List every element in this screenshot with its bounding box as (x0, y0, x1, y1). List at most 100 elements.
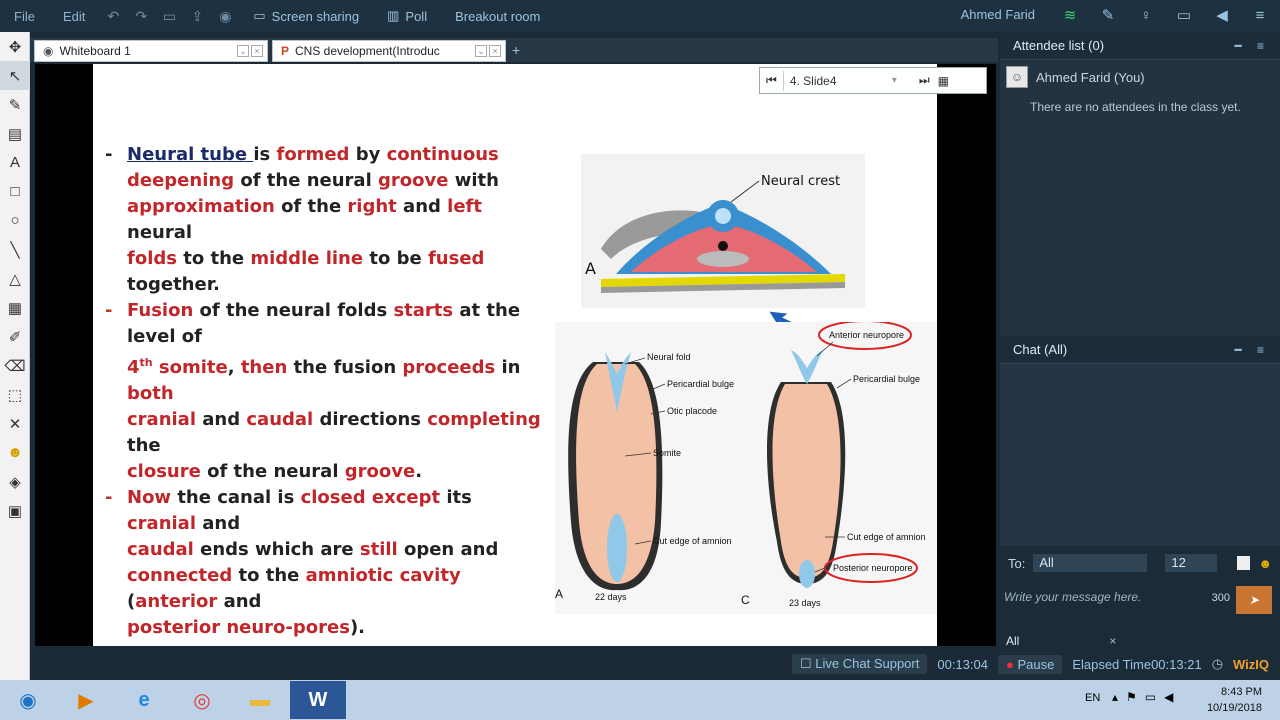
eraser-icon[interactable]: ⌫ (0, 351, 30, 380)
paint-bucket-icon[interactable]: ◈ (0, 467, 30, 496)
clock-date: 10/19/2018 (1206, 702, 1262, 714)
undo-icon[interactable]: ↶ (99, 8, 127, 25)
label-cut-edge-left: Cut edge of amnion (653, 536, 732, 546)
bullet-2: - Fusion of the neural folds starts at t… (105, 300, 541, 482)
table-icon[interactable]: ▦ (0, 293, 30, 322)
panel-menu-icon[interactable]: ━ ≡ (1234, 343, 1270, 357)
word-icon[interactable]: W (290, 681, 346, 719)
chrome-icon[interactable]: ◎ (174, 681, 230, 719)
tab-cns-development[interactable]: P CNS development(Introduc ⌄ × (272, 40, 506, 62)
brand-logo: WizIQ (1233, 656, 1270, 672)
menu-edit[interactable]: Edit (49, 9, 99, 24)
pause-label: Pause (1017, 656, 1055, 672)
font-size-select[interactable]: 12 (1165, 554, 1218, 572)
label-somite: Somite (653, 448, 681, 458)
system-clock[interactable]: 8:43 PM 10/19/2018 (1207, 684, 1262, 716)
label-letter-c: C (741, 593, 750, 607)
wifi-icon[interactable]: ≋ (1058, 4, 1082, 28)
close-icon[interactable]: × (1109, 634, 1116, 648)
breakout-room-button[interactable]: Breakout room (441, 9, 554, 24)
message-input[interactable]: Write your message here. 300 ➤ (1004, 586, 1276, 620)
document-tabs: ◉ Whiteboard 1 ⌄ × P CNS development(Intr… (30, 38, 998, 62)
start-button[interactable]: ◉ (0, 681, 56, 719)
tray-icons[interactable]: ▴⚑▭◀ (1112, 690, 1181, 704)
clear-icon[interactable]: ✕ (0, 409, 30, 438)
chat-tab-all[interactable]: All (1006, 634, 1019, 648)
elapsed-time: Elapsed Time00:13:21 (1072, 657, 1201, 672)
select-arrow-icon[interactable]: ↖ (0, 61, 30, 90)
file-explorer-icon[interactable]: ▬ (232, 681, 288, 719)
close-icon[interactable]: × (489, 45, 501, 57)
triangle-icon[interactable]: △ (0, 264, 30, 293)
live-chat-support-button[interactable]: ☐ Live Chat Support (792, 654, 928, 674)
textbox-icon[interactable]: ▤ (0, 119, 30, 148)
chat-panel: Chat (All) ━ ≡ To: All 12 ☻ Write your m… (1000, 336, 1280, 680)
screen-sharing-button[interactable]: ▭ Screen sharing (239, 8, 373, 24)
label-otic-placode: Otic placode (667, 406, 717, 416)
next-slide-icon[interactable]: ⏭ (919, 73, 930, 88)
circle-icon[interactable]: ○ (0, 206, 30, 235)
eye-icon: ◉ (43, 44, 54, 58)
smiley-icon[interactable]: ☻ (0, 438, 30, 467)
send-icon[interactable]: ➤ (1236, 586, 1272, 614)
microphone-icon[interactable]: ♀ (1134, 4, 1158, 28)
camera-icon[interactable]: ▭ (1172, 4, 1196, 28)
bullet-3: - Now the canal is closed except its cra… (105, 487, 499, 638)
color-picker-icon[interactable]: ▣ (0, 496, 30, 525)
internet-explorer-icon[interactable]: e (116, 681, 172, 719)
session-status-bar: ☐ Live Chat Support 00:13:04 ● Pause Ela… (792, 650, 1280, 678)
attendee-item[interactable]: ☺ Ahmed Farid (You) (1000, 60, 1280, 94)
elapsed-label: Elapsed Time (1072, 656, 1152, 672)
chat-recipient-row: To: All 12 ☻ (1000, 546, 1280, 580)
checkbox[interactable] (1237, 556, 1251, 570)
slide-select[interactable]: 4. Slide4 (782, 70, 908, 91)
text-icon[interactable]: A (0, 148, 30, 177)
chevron-down-icon[interactable]: ⌄ (237, 45, 249, 57)
rectangle-icon[interactable]: □ (0, 177, 30, 206)
alarm-clock-icon[interactable]: ◷ (1212, 656, 1223, 672)
panel-menu-icon[interactable]: ━ ≡ (1234, 39, 1270, 53)
poll-label: Poll (405, 8, 428, 24)
neural-crest-label: Neural crest (761, 174, 840, 189)
bar-chart-icon: ▥ (387, 8, 400, 23)
label-22-days: 22 days (595, 592, 627, 602)
live-chat-label: Live Chat Support (815, 656, 920, 671)
label-pericardial-bulge-right: Pericardial bulge (853, 374, 920, 384)
fill-icon[interactable]: ⬚ (0, 380, 30, 409)
poll-button[interactable]: ▥ Poll (373, 8, 441, 24)
redo-icon[interactable]: ↷ (127, 8, 155, 25)
folder-icon[interactable]: ▭ (155, 8, 183, 25)
line-icon[interactable]: ╲ (0, 235, 30, 264)
label-letter-a: A (555, 587, 563, 601)
emoji-icon[interactable]: ☻ (1258, 556, 1272, 571)
speaker-icon[interactable]: ◀ (1210, 4, 1234, 28)
settings-icon[interactable]: ≡ (1248, 4, 1272, 28)
no-attendees-message: There are no attendees in the class yet. (1030, 100, 1241, 114)
pen-icon[interactable]: ✎ (0, 90, 30, 119)
slide-navigator: ⏮ 4. Slide4 ▾ ⏭ ▦ (759, 67, 987, 94)
tab-whiteboard[interactable]: ◉ Whiteboard 1 ⌄ × (34, 40, 268, 62)
app-toolbar: File Edit ↶ ↷ ▭ ⇪ ◉ ▭ Screen sharing ▥ Pol… (0, 0, 1280, 32)
record-icon[interactable]: ◉ (211, 8, 239, 25)
slide-text: - Neural tube is formed by continuous de… (105, 142, 545, 641)
hand-icon[interactable]: ✥ (0, 32, 30, 61)
first-slide-icon[interactable]: ⏮ (766, 73, 777, 88)
add-tab-icon[interactable]: + (512, 42, 520, 58)
language-indicator[interactable]: EN (1085, 692, 1100, 704)
recipient-select[interactable]: All (1033, 554, 1148, 572)
chevron-down-icon[interactable]: ▾ (892, 75, 897, 86)
avatar: ☺ (1006, 66, 1028, 88)
attendee-list-header: Attendee list (0) ━ ≡ (1000, 32, 1280, 60)
chevron-down-icon[interactable]: ⌄ (475, 45, 487, 57)
windows-taskbar: ◉ ▶ e ◎ ▬ W EN ▴⚑▭◀ 8:43 PM 10/19/2018 (0, 680, 1280, 720)
pencil-icon[interactable]: ✎ (1096, 4, 1120, 28)
pause-button[interactable]: ● Pause (997, 654, 1063, 674)
label-anterior-neuropore: Anterior neuropore (829, 330, 904, 340)
upload-icon[interactable]: ⇪ (183, 8, 211, 25)
menu-file[interactable]: File (0, 9, 49, 24)
media-player-icon[interactable]: ▶ (58, 681, 114, 719)
tab-cns-label: CNS development(Introduc (295, 44, 440, 58)
grid-view-icon[interactable]: ▦ (938, 74, 949, 88)
close-icon[interactable]: × (251, 45, 263, 57)
highlighter-icon[interactable]: ✐ (0, 322, 30, 351)
